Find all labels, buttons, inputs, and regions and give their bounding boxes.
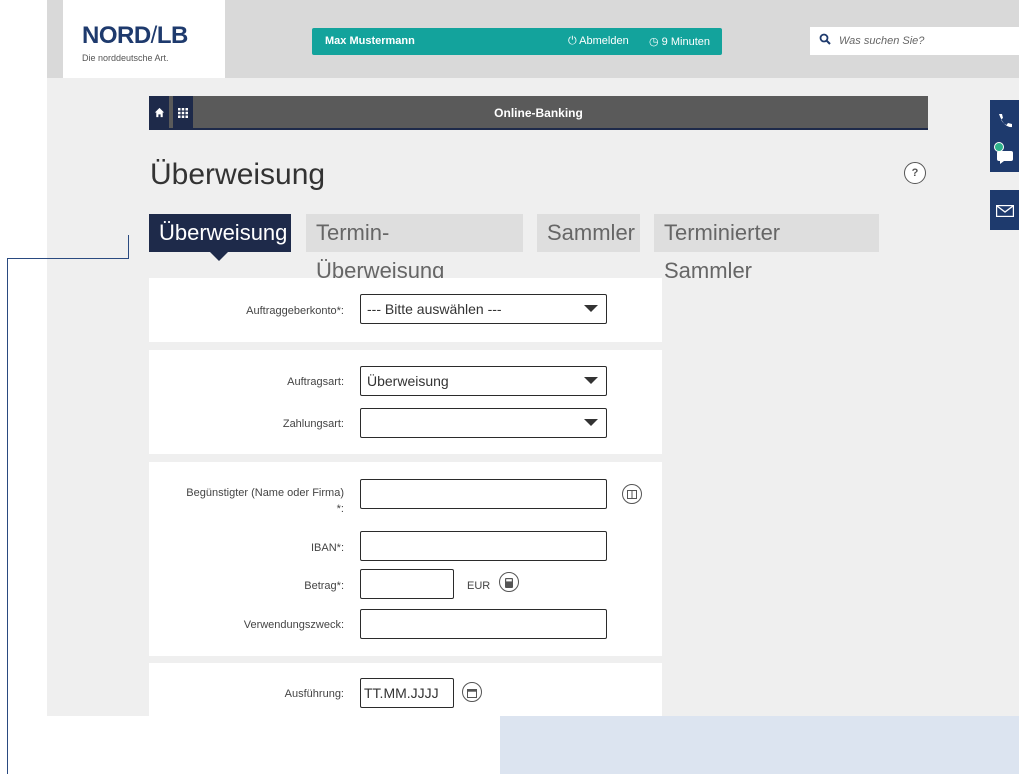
verwendungszweck-input[interactable] xyxy=(360,609,607,639)
auftraggeberkonto-label: Auftraggeberkonto*: xyxy=(246,305,344,317)
card-ausfuehrung: Ausführung: TT.MM.JJJJ xyxy=(149,663,662,716)
tab-terminierter-sammler[interactable]: Terminierter Sammler xyxy=(654,214,879,283)
iban-input[interactable] xyxy=(360,531,607,561)
power-icon: ⏻ xyxy=(568,35,577,47)
card-empfaenger: Begünstigter (Name oder Firma) *: IBAN*:… xyxy=(149,462,662,656)
logo-main: NORD xyxy=(82,22,151,49)
ausfuehrung-value: TT.MM.JJJJ xyxy=(364,685,439,701)
mail-icon xyxy=(995,205,1014,218)
chevron-down-icon xyxy=(584,305,598,312)
chevron-down-icon xyxy=(584,419,598,426)
beguenstigter-label: Begünstigter (Name oder Firma) xyxy=(186,487,344,499)
zahlungsart-label: Zahlungsart: xyxy=(282,418,344,430)
ausfuehrung-date-input[interactable]: TT.MM.JJJJ xyxy=(360,678,454,708)
chat-icon xyxy=(996,151,1013,165)
auftragsart-value: Überweisung xyxy=(367,373,449,389)
betrag-input[interactable] xyxy=(360,569,454,599)
currency-label: EUR xyxy=(467,580,491,592)
banking-page: NORD/LB Die norddeutsche Art. Max Muster… xyxy=(47,0,1019,716)
session-timer-label: 9 Minuten xyxy=(661,36,710,48)
tab-sammler[interactable]: Sammler xyxy=(537,214,640,252)
chevron-down-icon xyxy=(584,377,598,384)
logout-button[interactable]: ⏻ Abmelden xyxy=(568,35,629,48)
home-button[interactable] xyxy=(149,96,169,128)
calculator-icon[interactable] xyxy=(499,572,519,592)
callout-line xyxy=(7,258,129,259)
card-auftraggeber: Auftraggeberkonto*: --- Bitte auswählen … xyxy=(149,278,662,342)
address-book-icon[interactable] xyxy=(622,484,642,504)
apps-button[interactable] xyxy=(173,96,193,128)
beguenstigter-label-required: *: xyxy=(336,503,344,515)
online-status-indicator xyxy=(994,142,1004,152)
main-navbar: Online-Banking xyxy=(149,96,928,130)
logout-label: Abmelden xyxy=(579,35,629,47)
logo-tagline: Die norddeutsche Art. xyxy=(82,53,169,63)
search-box[interactable]: Was suchen Sie? xyxy=(810,27,1019,55)
grid-icon xyxy=(178,107,188,118)
auftragsart-label: Auftragsart: xyxy=(287,376,344,388)
user-bar: Max Mustermann ⏻ Abmelden ◷ 9 Minuten xyxy=(312,28,722,55)
help-icon[interactable]: ? xyxy=(904,162,926,184)
iban-label: IBAN*: xyxy=(310,542,344,554)
betrag-label: Betrag*: xyxy=(304,580,344,592)
auftraggeberkonto-select[interactable]: --- Bitte auswählen --- xyxy=(360,294,607,324)
search-icon[interactable] xyxy=(819,33,831,48)
logo[interactable]: NORD/LB Die norddeutsche Art. xyxy=(63,0,225,78)
verwendungszweck-label: Verwendungszweck: xyxy=(243,619,344,631)
callout-line xyxy=(128,235,129,258)
header: NORD/LB Die norddeutsche Art. Max Muster… xyxy=(47,0,1019,78)
auftragsart-select[interactable]: Überweisung xyxy=(360,366,607,396)
zahlungsart-select[interactable] xyxy=(360,408,607,438)
card-auftragsart: Auftragsart: Überweisung Zahlungsart: xyxy=(149,350,662,454)
search-input[interactable]: Was suchen Sie? xyxy=(839,35,924,47)
home-icon xyxy=(154,107,164,117)
phone-icon xyxy=(998,114,1012,128)
logo-suffix: LB xyxy=(156,22,189,49)
calendar-icon[interactable] xyxy=(462,682,482,702)
mail-button[interactable] xyxy=(990,190,1019,230)
ausfuehrung-label: Ausführung: xyxy=(284,688,344,700)
clock-icon: ◷ xyxy=(649,36,659,48)
beguenstigter-input[interactable] xyxy=(360,479,607,509)
auftraggeberkonto-value: --- Bitte auswählen --- xyxy=(367,301,502,317)
active-tab-indicator xyxy=(210,252,228,261)
tab-ueberweisung[interactable]: Überweisung xyxy=(149,214,291,252)
phone-button[interactable] xyxy=(990,100,1019,140)
nav-title[interactable]: Online-Banking xyxy=(149,106,928,120)
session-timer: ◷ 9 Minuten xyxy=(649,35,710,48)
page-title: Überweisung xyxy=(150,158,326,191)
tab-termin-ueberweisung[interactable]: Termin-Überweisung xyxy=(306,214,523,283)
callout-line xyxy=(7,258,8,774)
user-name: Max Mustermann xyxy=(325,35,415,47)
